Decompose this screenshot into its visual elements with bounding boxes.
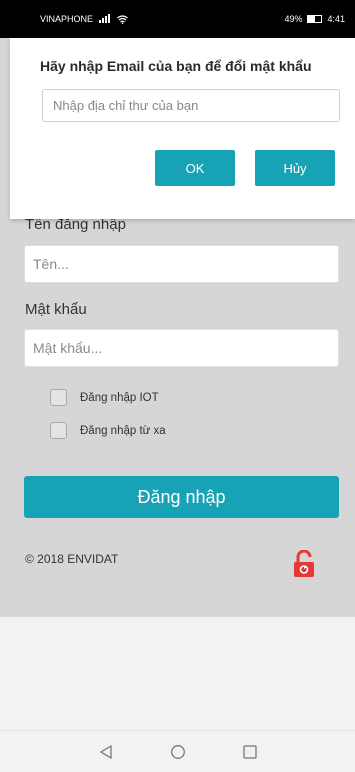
status-left: VINAPHONE — [40, 14, 128, 24]
signal-icon — [99, 14, 111, 23]
battery-icon — [307, 15, 323, 23]
status-right: 49% 4:41 — [284, 14, 345, 24]
email-input[interactable]: Nhập địa chỉ thư của bạn — [42, 89, 340, 122]
bottom-blank-area — [0, 617, 355, 730]
checkbox-iot-label: Đăng nhập IOT — [80, 391, 159, 404]
cancel-button[interactable]: Hủy — [255, 150, 335, 186]
copyright-text: © 2018 ENVIDAT — [25, 552, 119, 566]
password-label: Mật khẩu — [25, 301, 87, 318]
change-password-dialog: Hãy nhập Email của bạn để đổi mật khẩu N… — [10, 38, 355, 219]
checkbox-remote[interactable] — [50, 422, 67, 439]
recent-square-icon[interactable] — [242, 744, 258, 760]
back-triangle-icon[interactable] — [98, 744, 114, 760]
home-circle-icon[interactable] — [170, 744, 186, 760]
unlock-icon[interactable] — [292, 550, 316, 578]
checkbox-iot-row[interactable]: Đăng nhập IOT — [50, 389, 159, 406]
ok-button[interactable]: OK — [155, 150, 235, 186]
wifi-icon — [117, 14, 128, 24]
checkbox-remote-row[interactable]: Đăng nhập từ xa — [50, 422, 166, 439]
checkbox-iot[interactable] — [50, 389, 67, 406]
password-input[interactable]: Mật khẩu... — [24, 329, 339, 367]
dialog-title: Hãy nhập Email của bạn để đổi mật khẩu — [40, 58, 312, 74]
login-button[interactable]: Đăng nhập — [24, 476, 339, 518]
battery-percent: 49% — [284, 14, 303, 24]
carrier-name: VINAPHONE — [40, 14, 94, 24]
clock: 4:41 — [327, 14, 345, 24]
status-bar: VINAPHONE 49% 4:41 — [0, 0, 355, 38]
username-input[interactable]: Tên... — [24, 245, 339, 283]
checkbox-remote-label: Đăng nhập từ xa — [80, 424, 166, 437]
system-nav-bar — [0, 730, 355, 772]
